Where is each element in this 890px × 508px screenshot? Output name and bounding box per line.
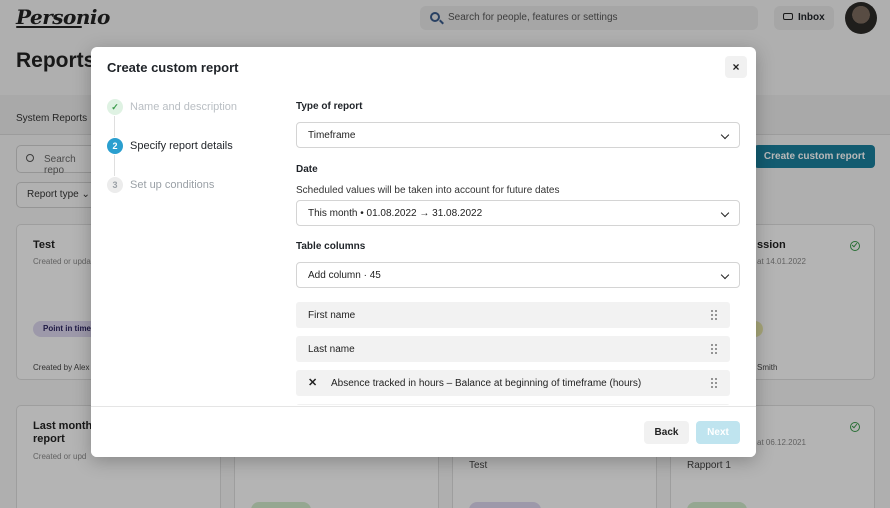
date-value: This month • 01.08.2022 → 31.08.2022 (308, 208, 483, 219)
type-of-report-select[interactable]: Timeframe (296, 122, 740, 148)
table-column-row[interactable] (296, 404, 730, 405)
table-column-row[interactable]: ✕ Absence tracked in hours – Balance at … (296, 370, 730, 396)
table-column-row[interactable]: Last name (296, 336, 730, 362)
step-connector (114, 155, 115, 176)
step-label: Set up conditions (130, 179, 215, 191)
step-number: 2 (107, 138, 123, 154)
step-done-check-icon: ✓ (107, 99, 123, 115)
column-name: Last name (308, 344, 355, 355)
step-set-up-conditions[interactable]: 3 Set up conditions (107, 177, 277, 193)
chevron-down-icon (720, 130, 730, 140)
step-connector (114, 116, 115, 137)
step-label: Specify report details (130, 140, 233, 152)
drag-handle-icon[interactable] (711, 344, 718, 354)
type-of-report-value: Timeframe (308, 130, 356, 141)
dialog-title: Create custom report (107, 60, 239, 75)
drag-handle-icon[interactable] (711, 378, 718, 388)
date-help-text: Scheduled values will be taken into acco… (296, 185, 560, 196)
step-name-and-description[interactable]: ✓ Name and description (107, 99, 277, 115)
drag-handle-icon[interactable] (711, 310, 718, 320)
chevron-down-icon (720, 270, 730, 280)
type-of-report-label: Type of report (296, 101, 363, 112)
date-label: Date (296, 164, 318, 175)
step-number: 3 (107, 177, 123, 193)
close-button[interactable]: × (725, 56, 747, 78)
step-label: Name and description (130, 101, 238, 113)
date-select[interactable]: This month • 01.08.2022 → 31.08.2022 (296, 200, 740, 226)
add-column-select[interactable]: Add column · 45 (296, 262, 740, 288)
step-specify-report-details[interactable]: 2 Specify report details (107, 138, 277, 154)
report-details-form: Type of report Timeframe Date Scheduled … (296, 99, 741, 405)
column-name: Absence tracked in hours – Balance at be… (331, 378, 642, 389)
column-name: First name (308, 310, 356, 321)
remove-column-icon[interactable]: ✕ (308, 376, 317, 389)
next-button[interactable]: Next (696, 421, 740, 444)
create-custom-report-dialog: Create custom report × ✓ Name and descri… (91, 47, 756, 457)
chevron-down-icon (720, 208, 730, 218)
back-button[interactable]: Back (644, 421, 689, 444)
table-columns-label: Table columns (296, 241, 366, 252)
dialog-footer: Back Next (91, 406, 756, 457)
add-column-value: Add column · 45 (308, 270, 381, 281)
table-column-row[interactable]: First name (296, 302, 730, 328)
close-icon: × (732, 60, 740, 74)
